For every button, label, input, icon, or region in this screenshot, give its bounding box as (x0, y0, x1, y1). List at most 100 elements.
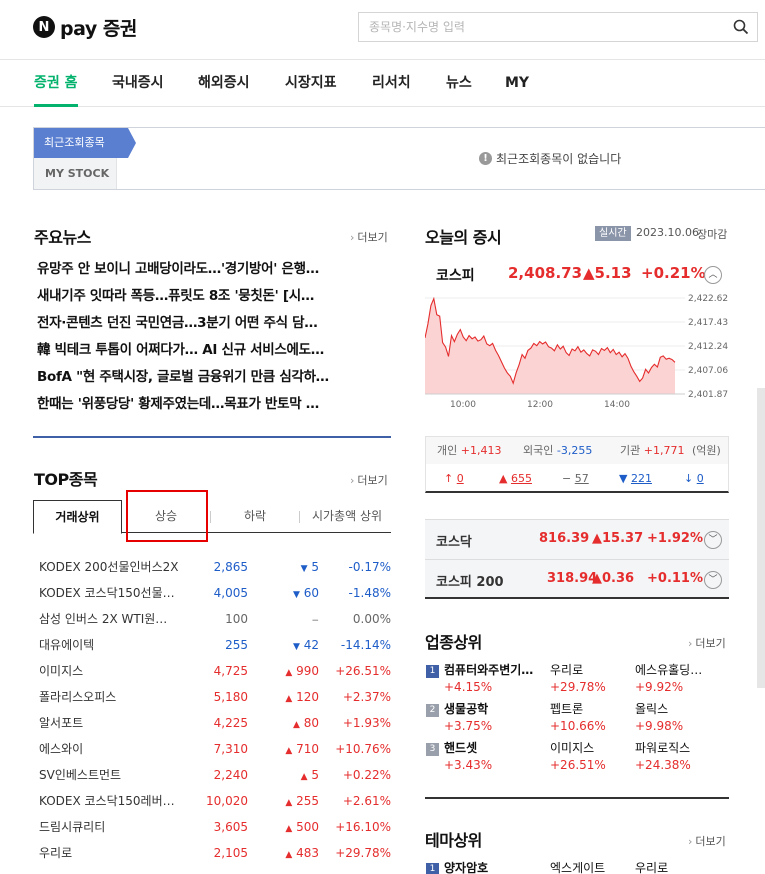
triangle-down-icon: ▼ (292, 642, 300, 652)
nav-item-market-index[interactable]: 시장지표 (285, 60, 337, 106)
theme-more-link[interactable]: 더보기 (688, 833, 725, 849)
kospi200-row[interactable]: 코스피 200 318.94 ▲0.36 +0.11% ﹀ (425, 559, 729, 599)
sector-name-cell[interactable]: 컴퓨터와주변기… +4.15% (444, 661, 544, 695)
stock-name[interactable]: 삼성 인버스 2X WTI원… (39, 606, 179, 632)
sector-name-cell[interactable]: 생물공학 +3.75% (444, 700, 544, 734)
stock-name[interactable]: 폴라리스오피스 (39, 684, 179, 710)
stock-change: ▲ 710 (285, 736, 319, 764)
stock-name[interactable]: KODEX 코스닥150선물… (39, 580, 179, 606)
recent-empty-message: ! 최근조회종목이 없습니다 (479, 150, 621, 167)
news-item[interactable]: 전자·콘텐츠 던진 국민연금…3분기 어떤 주식 담… (37, 310, 389, 337)
search-icon[interactable] (733, 19, 749, 35)
stock-cell[interactable]: 엑스게이트 (550, 859, 630, 874)
investor-row: 개인 +1,413 외국인 -3,255 기관 +1,771 (억원) (426, 437, 728, 464)
stock-change: ▲ 990 (285, 658, 319, 686)
stock-cell[interactable]: 파워로직스 +24.38% (635, 739, 725, 773)
tab-volume-top[interactable]: 거래상위 (33, 500, 122, 534)
news-item[interactable]: 韓 빅테크 투톱이 어쩌다가… AI 신규 서비스에도… (37, 337, 389, 364)
table-row[interactable]: 우리로 2,105 ▲ 483 +29.78% (39, 840, 391, 866)
market-status: 장마감 (697, 228, 728, 241)
sector-more-link[interactable]: 더보기 (688, 635, 725, 651)
breadth-lower-limit[interactable]: ↓ 0 (684, 465, 704, 492)
rank-badge: 1 (426, 665, 439, 678)
stock-name[interactable]: 우리로 (39, 840, 179, 866)
item-percent: +4.15% (444, 680, 493, 694)
table-row[interactable]: 대유에이텍 255 ▼ 42 -14.14% (39, 632, 391, 658)
stock-name[interactable]: 이미지스 (39, 658, 179, 684)
kospi-name[interactable]: 코스피 (436, 265, 475, 285)
breadth-unchanged[interactable]: − 57 (562, 465, 589, 492)
stock-cell[interactable]: 이미지스 +26.51% (550, 739, 630, 773)
info-icon: ! (479, 152, 492, 165)
recent-stocks-box: 최근조회종목 MY STOCK ! 최근조회종목이 없습니다 (33, 127, 765, 190)
nav-item-domestic[interactable]: 국내증시 (112, 60, 164, 106)
stock-change-value: 500 (296, 820, 319, 834)
chevron-down-icon[interactable]: ﹀ (704, 571, 722, 589)
tab-mystock[interactable]: MY STOCK (34, 158, 117, 189)
stock-name[interactable]: 알서포트 (39, 710, 179, 736)
sector-name-cell[interactable]: 핸드셋 +3.43% (444, 739, 544, 773)
nav-item-news[interactable]: 뉴스 (446, 60, 472, 106)
chevron-down-icon[interactable]: ﹀ (704, 531, 722, 549)
chevron-up-icon[interactable]: ︿ (704, 266, 722, 284)
stock-change-value: 42 (303, 638, 319, 652)
table-row[interactable]: SV인베스트먼트 2,240 ▲ 5 +0.22% (39, 762, 391, 788)
npay-logo[interactable]: N pay 증권 (33, 15, 137, 40)
kospi200-change: ▲0.36 (592, 571, 635, 586)
stock-change: ▲ 483 (285, 840, 319, 868)
news-list: 유망주 안 보이니 고배당이라도…'경기방어' 은행… 새내기주 잇따라 폭등…… (37, 256, 389, 418)
news-item[interactable]: BofA "현 주택시장, 글로벌 금융위기 만큼 심각하… (37, 364, 389, 391)
tab-falling[interactable]: 하락 (215, 500, 295, 533)
stock-name[interactable]: SV인베스트먼트 (39, 762, 179, 788)
table-row[interactable]: 삼성 인버스 2X WTI원… 100 − 0.00% (39, 606, 391, 632)
table-row[interactable]: 에스와이 7,310 ▲ 710 +10.76% (39, 736, 391, 762)
stock-name[interactable]: 에스와이 (39, 736, 179, 762)
triangle-up-icon: ▲ (292, 720, 300, 730)
nav-item-world[interactable]: 해외증시 (198, 60, 250, 106)
top-more-link[interactable]: 더보기 (350, 472, 387, 488)
stock-name[interactable]: 대유에이텍 (39, 632, 179, 658)
table-row[interactable]: 폴라리스오피스 5,180 ▲ 120 +2.37% (39, 684, 391, 710)
nav-item-research[interactable]: 리서치 (372, 60, 411, 106)
table-row[interactable]: KODEX 코스닥150선물… 4,005 ▼ 60 -1.48% (39, 580, 391, 606)
table-row[interactable]: KODEX 코스닥150레버… 10,020 ▲ 255 +2.61% (39, 788, 391, 814)
news-title: 주요뉴스 (34, 228, 91, 247)
scrollbar[interactable] (757, 388, 765, 688)
table-row[interactable]: 이미지스 4,725 ▲ 990 +26.51% (39, 658, 391, 684)
triangle-up-icon: ▲ (285, 746, 293, 756)
stock-price: 2,240 (213, 768, 248, 782)
investor-value: +1,771 (643, 444, 685, 457)
stock-name[interactable]: 드림시큐리티 (39, 814, 179, 840)
tab-recent-stocks[interactable]: 최근조회종목 (34, 128, 136, 158)
stock-cell[interactable]: 에스유홀딩… +9.92% (635, 661, 725, 695)
item-percent: +26.51% (550, 758, 606, 772)
news-item[interactable]: 한때는 '위풍당당' 황제주였는데…목표가 반토막 … (37, 391, 389, 418)
breadth-rising[interactable]: ▲ 655 (499, 465, 532, 492)
stock-change-value: 5 (311, 560, 319, 574)
stock-change: ▼ 42 (293, 632, 319, 660)
nav-item-home[interactable]: 증권 홈 (34, 60, 78, 107)
search-input[interactable] (359, 13, 719, 41)
kosdaq-name: 코스닥 (436, 535, 472, 550)
stock-name[interactable]: KODEX 코스닥150레버… (39, 788, 179, 814)
table-row[interactable]: KODEX 200선물인버스2X 2,865 ▼ 5 -0.17% (39, 554, 391, 580)
stock-percent: +1.93% (342, 716, 391, 730)
news-more-link[interactable]: 더보기 (350, 229, 387, 245)
stock-percent: +26.51% (335, 664, 391, 678)
kosdaq-row[interactable]: 코스닥 816.39 ▲15.37 +1.92% ﹀ (425, 519, 729, 559)
nav-item-my[interactable]: MY (505, 60, 529, 106)
stock-cell[interactable]: 우리로 +29.78% (550, 661, 630, 695)
stock-cell[interactable]: 펩트론 +10.66% (550, 700, 630, 734)
news-item[interactable]: 새내기주 잇따라 폭등…퓨릿도 8조 '뭉칫돈' [시… (37, 283, 389, 310)
stock-cell[interactable]: 우리로 (635, 859, 725, 874)
table-row[interactable]: 드림시큐리티 3,605 ▲ 500 +16.10% (39, 814, 391, 840)
sector-name-cell[interactable]: 양자암호 (444, 859, 544, 874)
breadth-upper-limit[interactable]: ↑ 0 (444, 465, 464, 492)
table-row[interactable]: 알서포트 4,225 ▲ 80 +1.93% (39, 710, 391, 736)
breadth-falling[interactable]: ▼ 221 (619, 465, 652, 492)
stock-name[interactable]: KODEX 200선물인버스2X (39, 554, 179, 580)
stock-cell[interactable]: 올릭스 +9.98% (635, 700, 725, 734)
kospi200-name: 코스피 200 (436, 575, 504, 590)
tab-market-cap[interactable]: 시가총액 상위 (303, 500, 391, 533)
news-item[interactable]: 유망주 안 보이니 고배당이라도…'경기방어' 은행… (37, 256, 389, 283)
